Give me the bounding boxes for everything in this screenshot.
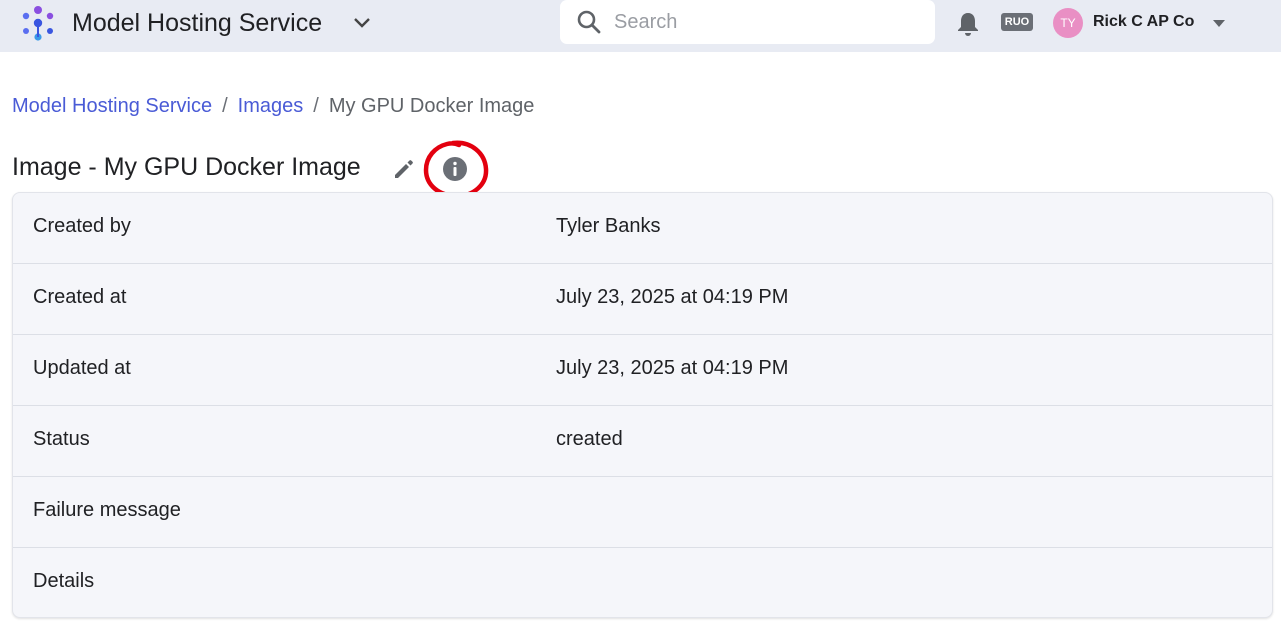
details-value: Tyler Banks: [556, 215, 661, 237]
details-row-failure-message: Failure message: [13, 477, 1272, 548]
details-row-updated-at: Updated at July 23, 2025 at 04:19 PM: [13, 335, 1272, 406]
page-title: Image - My GPU Docker Image: [12, 153, 361, 181]
app-title[interactable]: Model Hosting Service: [72, 9, 322, 38]
details-value: created: [556, 428, 623, 450]
top-bar: Model Hosting Service RUO TY Rick C AP C…: [0, 0, 1281, 52]
details-row-details: Details: [13, 548, 1272, 617]
details-row-status: Status created: [13, 406, 1272, 477]
search-input[interactable]: [614, 8, 914, 36]
user-name[interactable]: Rick C AP Co: [1093, 13, 1194, 31]
app-logo-icon[interactable]: [20, 4, 56, 42]
caret-down-icon[interactable]: [1211, 17, 1227, 29]
search-box[interactable]: [560, 0, 935, 44]
details-label: Updated at: [33, 357, 131, 379]
red-circle-annotation: [423, 140, 489, 199]
ruo-badge: RUO: [1001, 13, 1033, 31]
details-value: July 23, 2025 at 04:19 PM: [556, 357, 789, 379]
details-value: July 23, 2025 at 04:19 PM: [556, 286, 789, 308]
details-label: Failure message: [33, 499, 181, 521]
breadcrumb-current: My GPU Docker Image: [328, 95, 535, 117]
details-table: Created by Tyler Banks Created at July 2…: [12, 192, 1273, 618]
avatar[interactable]: TY: [1053, 8, 1083, 38]
details-label: Created by: [33, 215, 131, 237]
breadcrumb-separator: /: [222, 95, 228, 117]
chevron-down-icon[interactable]: [352, 14, 372, 32]
edit-pencil-icon[interactable]: [391, 156, 417, 182]
breadcrumb-separator: /: [313, 95, 319, 117]
breadcrumb-link-images[interactable]: Images: [238, 95, 304, 117]
details-label: Details: [33, 570, 95, 592]
details-label: Created at: [33, 286, 127, 308]
bell-icon[interactable]: [955, 10, 981, 38]
details-row-created-at: Created at July 23, 2025 at 04:19 PM: [13, 264, 1272, 335]
details-row-created-by: Created by Tyler Banks: [13, 193, 1272, 264]
search-icon[interactable]: [576, 9, 602, 35]
breadcrumb: Model Hosting Service / Images / My GPU Dock…: [12, 95, 534, 118]
details-label: Status: [33, 428, 90, 450]
breadcrumb-link-model-hosting[interactable]: Model Hosting Service: [12, 95, 212, 117]
